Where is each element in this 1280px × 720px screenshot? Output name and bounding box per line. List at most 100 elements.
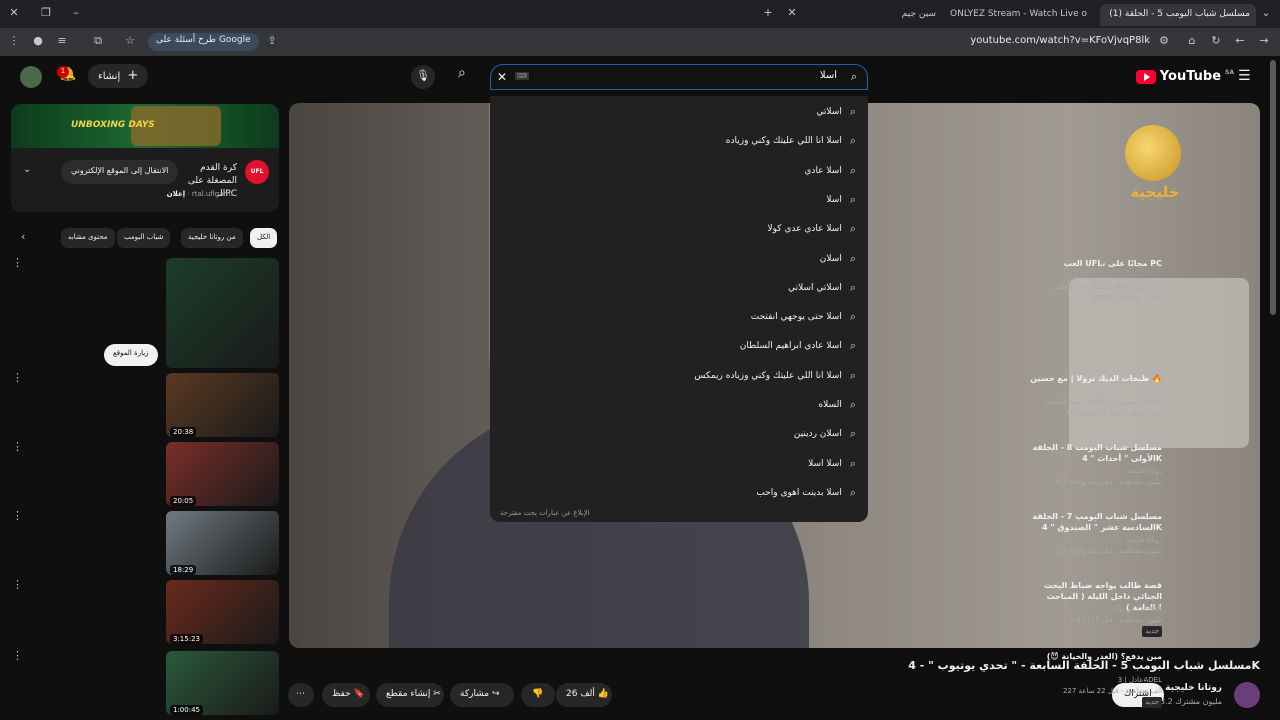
youtube-logo[interactable]: YouTube SA	[1135, 69, 1234, 84]
suggestion-text: السلاه	[818, 400, 842, 410]
suggestion-item[interactable]: اسلا عادي ⌕	[804, 161, 856, 181]
suggestion-item[interactable]: اسلان ردينين ⌕	[794, 424, 856, 444]
ad-sponsor: إعلان · rtal.uflgam...	[166, 190, 237, 198]
video-item-title[interactable]: طبخات الديك ترولا | مع حسين 🔥	[1022, 373, 1162, 384]
suggestion-text: اسلا انا اللي عليتك وكني وزياده	[725, 136, 842, 147]
suggestion-item[interactable]: اسلا حتى يوجهي انفتحت ⌕	[751, 307, 856, 327]
maximize-icon[interactable]: ❐	[38, 6, 54, 19]
suggestion-text: اسلاتي	[816, 107, 842, 117]
account-avatar[interactable]	[20, 66, 42, 88]
site-settings-icon[interactable]: ⚙	[1156, 34, 1172, 47]
chevron-down-icon[interactable]: ⌄	[23, 164, 31, 175]
chip-all[interactable]: الكل	[250, 228, 278, 248]
hamburger-menu-icon[interactable]: ☰	[1238, 68, 1251, 84]
minimize-icon[interactable]: –	[68, 6, 84, 19]
clear-search-icon[interactable]: ✕	[497, 70, 507, 84]
close-tab-icon[interactable]: ✕	[784, 6, 800, 19]
more-actions-icon[interactable]: ⋯	[288, 683, 314, 707]
more-options-icon[interactable]: ⋮	[12, 371, 23, 384]
dislike-button[interactable]: 👎	[521, 683, 555, 707]
video-item-title[interactable]: مسلسل شباب البومب 7 - الحلقة السادسة عشر…	[1022, 511, 1162, 533]
tab-sinjeem[interactable]: سين جيم	[808, 4, 942, 26]
clip-button[interactable]: إنشاء مقطع ✂	[376, 683, 444, 707]
video-item-meta: XTEN Limited · إعلان	[1092, 294, 1162, 302]
ask-google-pill[interactable]: طرح أسئلة على Google	[148, 33, 259, 51]
voice-search-icon[interactable]: 🎙	[411, 65, 435, 89]
search-box[interactable]: ✕ ⌨ ⌕	[490, 64, 868, 90]
suggestion-item[interactable]: اسلا انا اللي عليتك وكني وزياده ريمكس ⌕	[694, 366, 856, 386]
like-button[interactable]: 26 ألف 👍	[556, 683, 612, 707]
tab-search-icon[interactable]: ⌄	[1258, 6, 1274, 19]
bookmark-star-icon[interactable]: ☆	[122, 34, 138, 47]
chip-rotana[interactable]: من روتانا خليجية	[181, 228, 243, 248]
keyboard-icon[interactable]: ⌨	[515, 72, 530, 80]
youtube-play-icon	[1135, 69, 1156, 84]
back-icon[interactable]: →	[1256, 34, 1272, 47]
extensions-icon[interactable]: ⧉	[90, 34, 106, 48]
share-button[interactable]: مشاركة ↪	[450, 683, 514, 707]
video-item-title[interactable]: مين يدفع؟ (الغدر والخيانة 😈)	[1022, 651, 1162, 662]
more-options-icon[interactable]: ⋮	[12, 649, 23, 662]
ad-banner[interactable]: UNBOXING DAYS	[11, 104, 279, 148]
more-options-icon[interactable]: ⋮	[12, 578, 23, 591]
more-options-icon[interactable]: ⋮	[12, 440, 23, 453]
search-button-icon[interactable]: ⌕	[458, 65, 466, 81]
more-options-icon[interactable]: ⋮	[12, 256, 23, 269]
profile-icon[interactable]: ●	[30, 34, 46, 47]
menu-dots-icon[interactable]: ⋮	[6, 34, 22, 47]
suggestion-text: اسلان ردينين	[793, 429, 842, 440]
video-duration: 20:38	[170, 427, 197, 437]
tab-onlyez[interactable]: ONLYEZ Stream - Watch Live o	[944, 4, 1096, 26]
chip-similar[interactable]: محتوى مشابه	[61, 228, 115, 248]
create-button[interactable]: إنشاء +	[88, 64, 149, 88]
suggestion-text: اسلاتي اسلاتي	[788, 282, 842, 293]
bookmark-icon: 🔖	[353, 689, 365, 699]
logo-text: YouTube	[1159, 69, 1222, 84]
video-item-title[interactable]: مسلسل شباب البومب 8 - الحلقة الأولى " أح…	[1022, 442, 1162, 464]
share-page-icon[interactable]: ⇪	[264, 34, 280, 47]
ad-cta-button[interactable]: الانتقال إلى الموقع الإلكتروني	[61, 160, 179, 184]
tab-youtube[interactable]: (1) مسلسل شباب البومب 5 - الحلقة	[1100, 4, 1256, 26]
search-icon: ⌕	[849, 251, 856, 265]
suggestion-item[interactable]: اسلا ⌕	[826, 190, 856, 210]
search-input[interactable]	[557, 70, 837, 81]
filter-chips: ‹ محتوى مشابه شباب البومب من روتانا خليج…	[11, 226, 279, 250]
suggestion-item[interactable]: اسلا عادي ابراهيم السلطان ⌕	[740, 336, 856, 356]
ad-card[interactable]: UNBOXING DAYS ⌄ الانتقال إلى الموقع الإل…	[11, 104, 279, 212]
channel-avatar[interactable]	[1234, 682, 1260, 708]
suggestion-item[interactable]: اسلا بدينت اهوى واحب ⌕	[756, 483, 856, 503]
suggestion-item[interactable]: اسلا اسلا ⌕	[808, 454, 856, 474]
video-item-channel: عادل | 3ADEL	[1117, 676, 1162, 684]
suggestion-item[interactable]: اسلاتي اسلاتي ⌕	[788, 278, 856, 298]
share-icon: ↪	[491, 689, 500, 699]
chip-shabab[interactable]: شباب البومب	[117, 228, 171, 248]
address-bar[interactable]: youtube.com/watch?v=KFoVjvqP8lk	[970, 35, 1150, 46]
search-icon: ⌕	[849, 398, 856, 411]
video-item-channel: روتانا خليجية	[1125, 536, 1162, 544]
video-item-meta: 4.7 مليون مشاهدة · قبل سنة واحدة	[1055, 478, 1162, 486]
video-item-title[interactable]: العب UFL، مجانًا على PC	[1022, 258, 1162, 269]
more-options-icon[interactable]: ⋮	[12, 509, 23, 522]
channel-name[interactable]: روتانا خليجية	[1165, 683, 1222, 693]
visit-site-button[interactable]: زيارة الموقع	[104, 344, 158, 366]
forward-icon[interactable]: ←	[1232, 34, 1248, 47]
reload-icon[interactable]: ↻	[1208, 34, 1224, 47]
suggestion-text: اسلا بدينت اهوى واحب	[756, 487, 842, 498]
suggestion-item[interactable]: اسلان ⌕	[820, 249, 856, 269]
home-icon[interactable]: ⌂	[1184, 34, 1200, 47]
suggestion-item[interactable]: اسلا عادي عدي كولا ⌕	[767, 219, 856, 239]
chevron-left-icon[interactable]: ‹	[21, 230, 25, 243]
video-thumbnail[interactable]	[166, 258, 279, 368]
close-window-icon[interactable]: ✕	[6, 6, 22, 19]
ad-tag: إعلان	[166, 190, 186, 198]
new-tab-icon[interactable]: +	[760, 6, 776, 19]
media-icon[interactable]: ≡	[54, 34, 70, 47]
save-button[interactable]: حفظ 🔖	[322, 683, 370, 707]
report-suggestions-link[interactable]: الإبلاغ عن عبارات بحث مقترحة	[500, 509, 590, 517]
suggestion-item[interactable]: اسلا انا اللي عليتك وكني وزياده ⌕	[726, 131, 856, 151]
notification-count: 1	[57, 66, 69, 78]
suggestion-item[interactable]: اسلاتي ⌕	[816, 102, 856, 122]
suggestion-item[interactable]: السلاه ⌕	[818, 395, 856, 415]
page-scrollbar[interactable]	[1270, 60, 1276, 315]
channel-watermark-logo: خليجية	[1120, 125, 1190, 210]
